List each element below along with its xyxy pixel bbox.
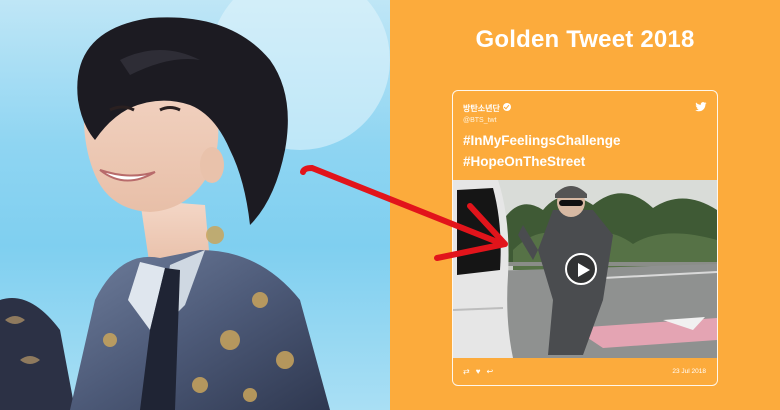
tweet-actions: ⇄ ♥ ↩ xyxy=(463,367,493,377)
tweet-video[interactable] xyxy=(453,180,717,358)
verified-badge-icon xyxy=(502,102,511,111)
retweet-icon[interactable]: ⇄ xyxy=(463,367,470,377)
hero-photo xyxy=(0,0,390,410)
page-title: Golden Tweet 2018 xyxy=(475,26,695,53)
heart-icon[interactable]: ♥ xyxy=(476,367,481,377)
tweet-date: 23 Jul 2018 xyxy=(672,368,706,375)
reply-icon[interactable]: ↩ xyxy=(486,367,493,377)
tweet-card[interactable]: 방탄소년단 @BTS_twt #InMyFeelingsChallenge #H… xyxy=(452,90,718,386)
play-icon xyxy=(578,263,590,277)
tweet-author[interactable]: 방탄소년단 @BTS_twt xyxy=(463,98,511,124)
play-button[interactable] xyxy=(565,253,597,285)
person-illustration xyxy=(0,0,390,410)
author-name: 방탄소년단 xyxy=(463,104,500,113)
twitter-bird-icon xyxy=(695,102,707,112)
hashtag-link[interactable]: #InMyFeelingsChallenge xyxy=(463,130,621,151)
author-handle: @BTS_twt xyxy=(463,117,497,124)
hashtag-link[interactable]: #HopeOnTheStreet xyxy=(463,151,621,172)
tweet-text: #InMyFeelingsChallenge #HopeOnTheStreet xyxy=(463,130,621,172)
